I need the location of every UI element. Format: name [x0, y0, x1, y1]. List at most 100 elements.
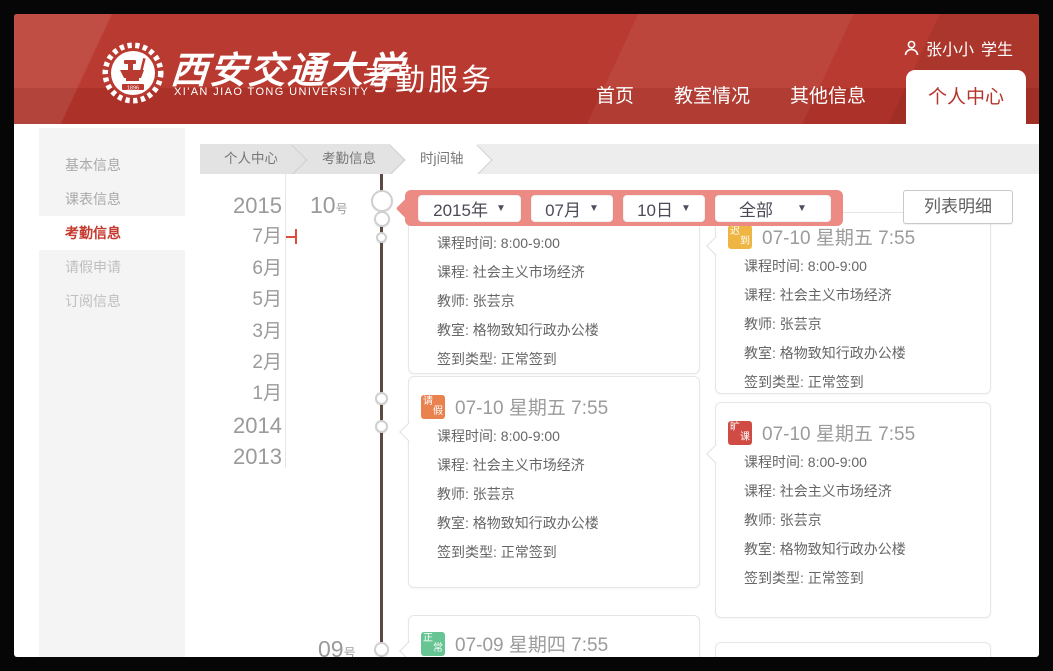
- month-value: 07月: [545, 196, 581, 221]
- card-fields: 课程时间: 8:00-9:00 课程: 社会主义市场经济 教师: 张芸京 教室:…: [716, 448, 990, 593]
- day-marker-10: 10号: [310, 192, 348, 219]
- app-title: 考勤服务: [362, 55, 494, 99]
- attendance-card: 迟 到 07-10 星期五 7:55 课程时间: 8:00-9:00 课程: 社…: [715, 212, 991, 394]
- nav-home[interactable]: 首页: [596, 81, 634, 124]
- list-detail-button[interactable]: 列表明细: [903, 190, 1013, 224]
- sidebar-item-subscription[interactable]: 订阅信息: [39, 284, 185, 318]
- main-nav: 首页 教室情况 其他信息 个人中心: [556, 70, 1026, 124]
- user-icon: [904, 40, 919, 56]
- timeline-scale: 2015 7月 6月 5月 3月 2月 1月 2014 2013: [184, 190, 282, 473]
- field-checkin-type: 签到类型: 正常签到: [437, 538, 699, 567]
- scale-separator-line: [285, 166, 286, 468]
- sidebar-item-basic-info[interactable]: 基本信息: [39, 148, 185, 182]
- badge-char: 到: [740, 237, 750, 247]
- chevron-down-icon: ▼: [681, 203, 691, 214]
- card-title: 07-10 星期五 7:55: [762, 419, 915, 446]
- timeline-node[interactable]: [374, 211, 390, 227]
- normal-badge-icon: 正 常: [421, 632, 445, 656]
- timeline-node[interactable]: [375, 420, 388, 433]
- scale-month[interactable]: 7月: [184, 221, 282, 252]
- chevron-down-icon: ▼: [797, 203, 807, 214]
- day-value: 10日: [637, 196, 673, 221]
- badge-char: 课: [740, 433, 750, 443]
- timeline-node[interactable]: [375, 392, 388, 405]
- badge-char: 请: [423, 397, 433, 407]
- breadcrumb-personal-center[interactable]: 个人中心: [200, 144, 292, 174]
- badge-char: 迟: [730, 227, 740, 237]
- field-teacher: 教师: 张芸京: [744, 506, 990, 535]
- timeline-node[interactable]: [374, 642, 389, 657]
- leave-badge-icon: 请 假: [421, 395, 445, 419]
- attendance-card: [715, 642, 991, 657]
- sidebar-item-timetable[interactable]: 课表信息: [39, 182, 185, 216]
- chevron-down-icon: ▼: [589, 203, 599, 214]
- scale-month[interactable]: 5月: [184, 284, 282, 315]
- day-marker-09: 09号: [318, 636, 356, 657]
- field-teacher: 教师: 张芸京: [744, 310, 990, 339]
- badge-char: 正: [423, 634, 433, 644]
- attendance-card: 请 假 07-10 星期五 7:55 课程时间: 8:00-9:00 课程: 社…: [408, 376, 700, 588]
- svg-text:1896: 1896: [127, 86, 139, 92]
- scale-year[interactable]: 2014: [184, 410, 282, 441]
- field-teacher: 教师: 张芸京: [437, 287, 699, 316]
- attendance-card: 正 常 07-09 星期四 7:55: [408, 615, 700, 657]
- breadcrumb: 个人中心 考勤信息 时j间轴: [200, 144, 1039, 174]
- badge-char: 假: [433, 407, 443, 417]
- card-header: 正 常 07-09 星期四 7:55: [409, 616, 699, 657]
- field-checkin-type: 签到类型: 正常签到: [437, 345, 699, 374]
- field-classroom: 教室: 格物致知行政办公楼: [744, 339, 990, 368]
- app-header: 1896 西安交通大学 XI'AN JIAO TONG UNIVERSITY 考…: [14, 14, 1039, 124]
- type-dropdown[interactable]: 全部 ▼: [715, 195, 831, 222]
- day-dropdown[interactable]: 10日 ▼: [623, 195, 705, 222]
- card-fields: 课程时间: 8:00-9:00 课程: 社会主义市场经济 教师: 张芸京 教室:…: [716, 252, 990, 397]
- breadcrumb-chevron-icon: [461, 144, 492, 174]
- day-unit: 号: [344, 646, 356, 657]
- badge-char: 常: [433, 644, 443, 654]
- card-fields: 课程时间: 8:00-9:00 课程: 社会主义市场经济 教师: 张芸京 教室:…: [409, 422, 699, 567]
- field-course-time: 课程时间: 8:00-9:00: [744, 252, 990, 281]
- sidebar-item-leave-request[interactable]: 请假申请: [39, 250, 185, 284]
- year-value: 2015年: [433, 196, 488, 221]
- field-classroom: 教室: 格物致知行政办公楼: [437, 509, 699, 538]
- scale-month[interactable]: 1月: [184, 378, 282, 409]
- card-title: 07-10 星期五 7:55: [762, 223, 915, 250]
- sidebar-item-attendance[interactable]: 考勤信息: [39, 216, 185, 250]
- current-month-marker: [295, 229, 297, 244]
- scale-year[interactable]: 2015: [184, 190, 282, 221]
- university-logo-icon: 1896: [100, 40, 166, 106]
- day-number: 10: [310, 192, 336, 218]
- card-title: 07-09 星期四 7:55: [455, 630, 608, 657]
- chevron-down-icon: ▼: [496, 203, 506, 214]
- badge-char: 旷: [730, 423, 740, 433]
- user-info[interactable]: 张小小 学生: [904, 36, 1013, 60]
- type-value: 全部: [739, 196, 773, 221]
- scale-month[interactable]: 3月: [184, 316, 282, 347]
- timeline-node[interactable]: [376, 232, 387, 243]
- card-fields: 课程时间: 8:00-9:00 课程: 社会主义市场经济 教师: 张芸京 教室:…: [409, 211, 699, 374]
- field-checkin-type: 签到类型: 正常签到: [744, 564, 990, 593]
- sidebar: 基本信息 课表信息 考勤信息 请假申请 订阅信息: [39, 128, 185, 657]
- month-dropdown[interactable]: 07月 ▼: [531, 195, 613, 222]
- breadcrumb-label: 时j间轴: [420, 151, 464, 166]
- screenshot-frame: 1896 西安交通大学 XI'AN JIAO TONG UNIVERSITY 考…: [0, 0, 1053, 671]
- card-header: 请 假 07-10 星期五 7:55: [409, 377, 699, 422]
- field-course-time: 课程时间: 8:00-9:00: [437, 229, 699, 258]
- field-course-time: 课程时间: 8:00-9:00: [437, 422, 699, 451]
- field-course: 课程: 社会主义市场经济: [437, 451, 699, 480]
- field-course: 课程: 社会主义市场经济: [437, 258, 699, 287]
- field-checkin-type: 签到类型: 正常签到: [744, 368, 990, 397]
- nav-personal-center[interactable]: 个人中心: [906, 70, 1026, 124]
- timeline-node[interactable]: [371, 190, 393, 212]
- scale-month[interactable]: 6月: [184, 253, 282, 284]
- nav-other-info[interactable]: 其他信息: [790, 81, 866, 124]
- user-name: 张小小: [926, 36, 974, 60]
- card-header: 旷 课 07-10 星期五 7:55: [716, 403, 990, 448]
- field-teacher: 教师: 张芸京: [437, 480, 699, 509]
- field-classroom: 教室: 格物致知行政办公楼: [437, 316, 699, 345]
- scale-month[interactable]: 2月: [184, 347, 282, 378]
- nav-classrooms[interactable]: 教室情况: [674, 81, 750, 124]
- day-unit: 号: [336, 202, 348, 216]
- year-dropdown[interactable]: 2015年 ▼: [418, 195, 521, 222]
- day-number: 09: [318, 636, 344, 657]
- scale-year[interactable]: 2013: [184, 441, 282, 472]
